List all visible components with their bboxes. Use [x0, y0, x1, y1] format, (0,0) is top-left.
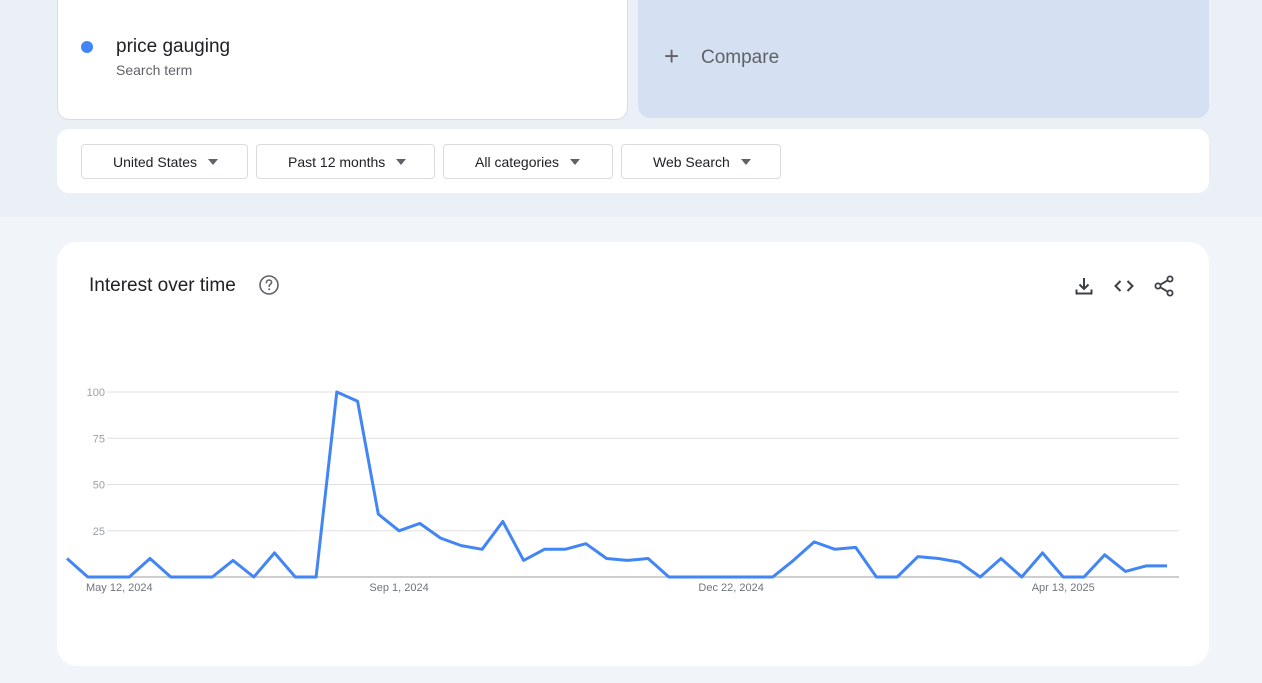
data-point [439, 536, 443, 540]
data-point [314, 575, 318, 579]
data-point [708, 575, 712, 579]
data-point [625, 558, 629, 562]
share-icon[interactable] [1152, 274, 1176, 298]
embed-code-icon[interactable] [1112, 274, 1136, 298]
y-tick-label: 100 [87, 387, 105, 399]
data-point [563, 547, 567, 551]
data-point [169, 575, 173, 579]
data-point [65, 557, 69, 561]
caret-down-icon [396, 158, 407, 165]
data-point [688, 575, 692, 579]
data-point [1103, 553, 1107, 557]
compare-button[interactable]: + Compare [638, 0, 1209, 118]
data-point [1061, 575, 1065, 579]
data-point [376, 512, 380, 516]
data-point [957, 560, 961, 564]
data-point [812, 540, 816, 544]
data-point [833, 547, 837, 551]
data-point [605, 557, 609, 561]
data-point [86, 575, 90, 579]
data-point [1165, 564, 1169, 568]
data-point [1040, 551, 1044, 555]
data-point [418, 521, 422, 525]
interest-over-time-chart: 100 75 50 25 May 12, 2024 Sep 1, 2024 Dec 22, … [65, 387, 1179, 594]
data-point [107, 575, 111, 579]
plus-icon: + [664, 41, 680, 71]
search-type-filter-dropdown[interactable]: Web Search [621, 144, 781, 179]
chart-title: Interest over time [89, 275, 236, 296]
compare-label: Compare [701, 47, 780, 68]
region-filter-label: United States [113, 153, 198, 170]
category-filter-label: All categories [475, 153, 560, 170]
x-tick-label: Apr 13, 2025 [1032, 582, 1095, 594]
search-term-subtitle: Search term [116, 62, 193, 78]
series-color-dot [81, 41, 93, 53]
data-point [210, 575, 214, 579]
data-point [999, 557, 1003, 561]
data-point [895, 575, 899, 579]
data-point [646, 557, 650, 561]
data-point [750, 575, 754, 579]
data-point [1123, 569, 1127, 573]
category-filter-dropdown[interactable]: All categories [443, 144, 613, 179]
data-point [729, 575, 733, 579]
data-point [252, 575, 256, 579]
data-point [356, 399, 360, 403]
data-point [584, 542, 588, 546]
search-term-name[interactable]: price gauging [116, 36, 230, 58]
data-point [916, 555, 920, 559]
data-point [667, 575, 671, 579]
x-tick-label: Sep 1, 2024 [369, 582, 428, 594]
y-tick-label: 50 [93, 480, 105, 492]
data-point [190, 575, 194, 579]
data-point [397, 529, 401, 533]
caret-down-icon [740, 158, 751, 165]
search-term-card[interactable]: price gauging Search term [57, 0, 628, 120]
data-point [127, 575, 131, 579]
data-point [293, 575, 297, 579]
data-point [854, 545, 858, 549]
region-filter-dropdown[interactable]: United States [81, 144, 248, 179]
data-point [791, 558, 795, 562]
data-point [874, 575, 878, 579]
data-point [522, 558, 526, 562]
data-point [937, 557, 941, 561]
x-tick-label: Dec 22, 2024 [698, 582, 763, 594]
data-point [335, 390, 339, 394]
data-point [771, 575, 775, 579]
y-tick-label: 75 [93, 433, 105, 445]
caret-down-icon [570, 158, 581, 165]
data-point [1082, 575, 1086, 579]
data-point [459, 544, 463, 548]
data-point [231, 558, 235, 562]
search-type-filter-label: Web Search [653, 153, 730, 170]
data-point [501, 520, 505, 524]
data-point [1020, 575, 1024, 579]
help-icon[interactable] [259, 275, 279, 295]
caret-down-icon [208, 158, 219, 165]
data-point [273, 551, 277, 555]
data-point [480, 547, 484, 551]
data-point [148, 557, 152, 561]
data-point [1144, 564, 1148, 568]
x-tick-label: May 12, 2024 [86, 582, 153, 594]
download-icon[interactable] [1072, 274, 1096, 298]
interest-over-time-card: 100 75 50 25 May 12, 2024 Sep 1, 2024 Dec 22, … [57, 242, 1209, 666]
time-range-filter-label: Past 12 months [288, 153, 386, 170]
data-point [978, 575, 982, 579]
data-point [542, 547, 546, 551]
filter-bar: United States Past 12 months All categor… [57, 129, 1209, 193]
time-range-filter-dropdown[interactable]: Past 12 months [256, 144, 435, 179]
y-tick-label: 25 [93, 526, 105, 538]
